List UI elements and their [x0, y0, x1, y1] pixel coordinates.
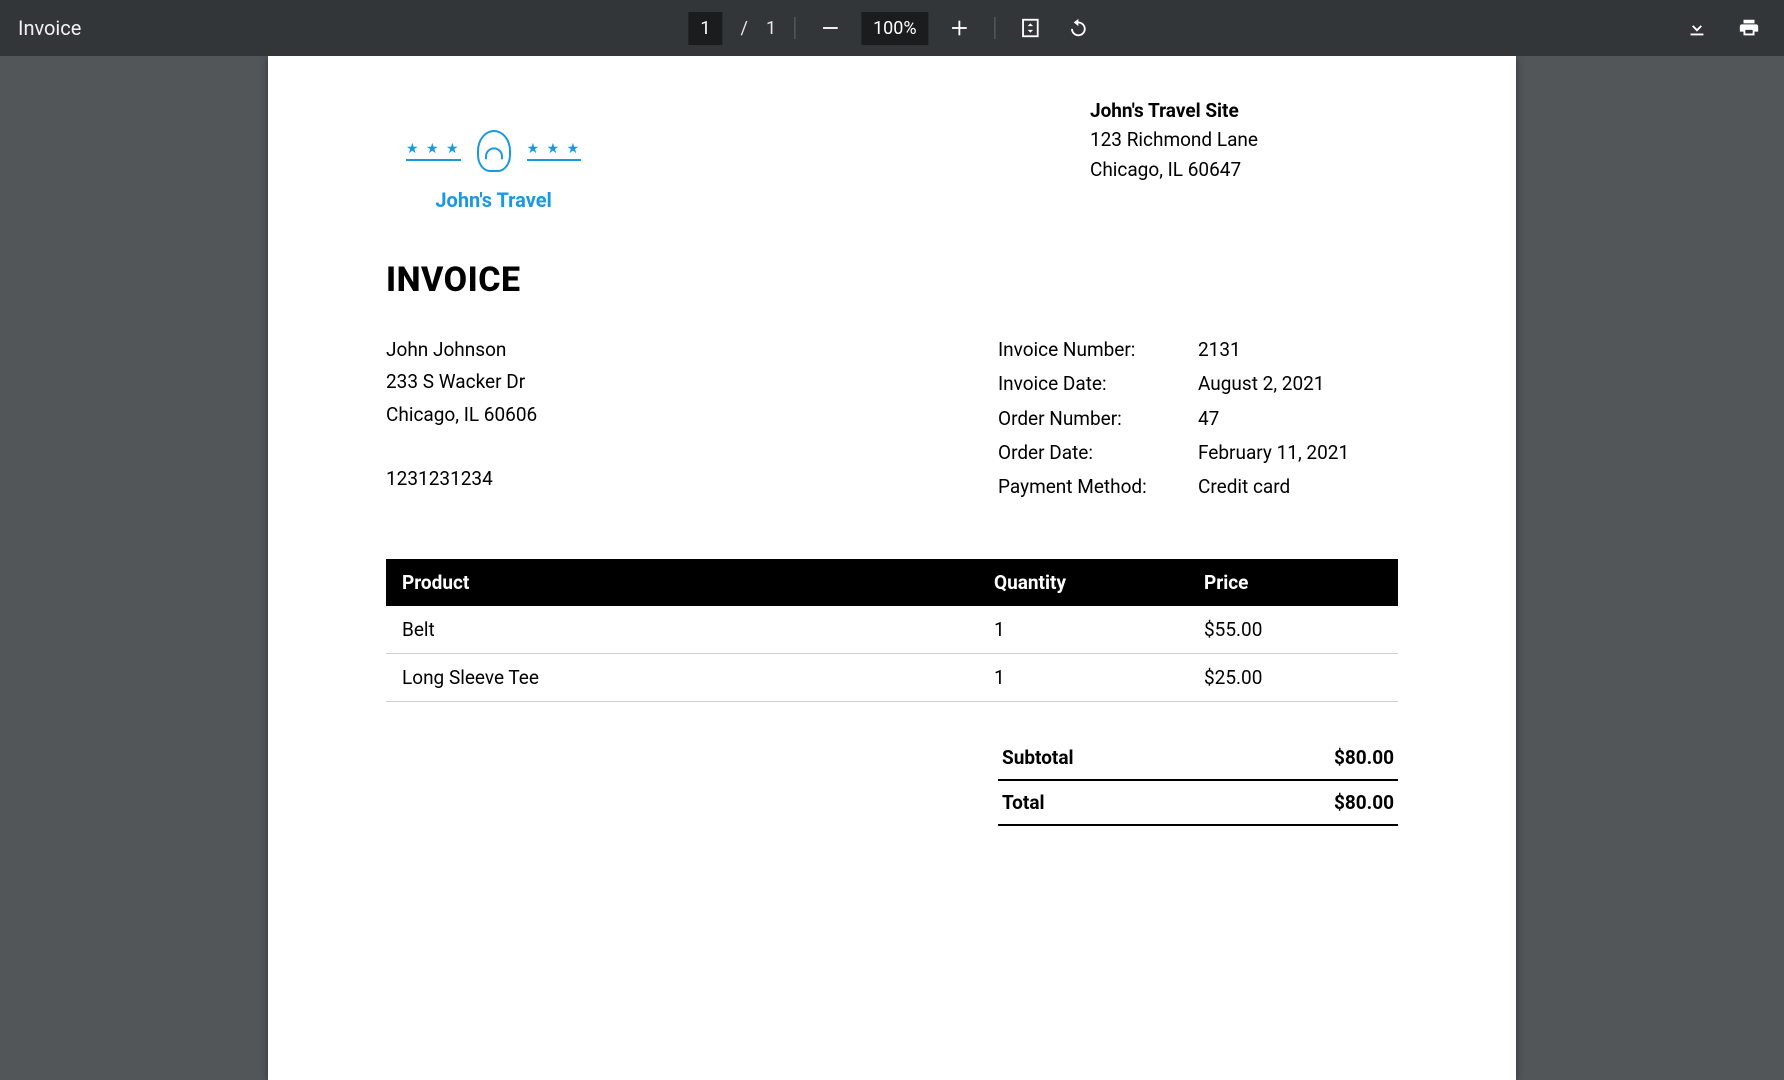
- toolbar-center: 1 / 1 100%: [688, 11, 1095, 45]
- company-address-block: John's Travel Site 123 Richmond Lane Chi…: [1090, 96, 1258, 184]
- table-row: Belt 1 $55.00: [386, 606, 1398, 654]
- payment-method-value: Credit card: [1198, 471, 1398, 503]
- fit-page-icon: [1020, 17, 1042, 39]
- subtotal-value: $80.00: [1334, 746, 1394, 769]
- page-separator: /: [741, 18, 748, 39]
- total-label: Total: [1002, 791, 1045, 814]
- bill-to-phone: 1231231234: [386, 463, 576, 495]
- cell-price: $55.00: [1188, 606, 1398, 654]
- star-decoration-left: ★ ★ ★: [406, 141, 461, 161]
- bill-to-name: John Johnson: [386, 334, 576, 366]
- bill-to-address-1: 233 S Wacker Dr: [386, 366, 576, 398]
- totals-block: Subtotal $80.00 Total $80.00: [998, 736, 1398, 826]
- company-logo-name: John's Travel: [406, 188, 581, 212]
- rotate-icon: [1068, 17, 1090, 39]
- plus-icon: [949, 17, 971, 39]
- zoom-out-button[interactable]: [813, 11, 847, 45]
- page-1: ★ ★ ★ ★ ★ ★ John's Travel John's Travel …: [268, 56, 1516, 1080]
- company-name: John's Travel Site: [1090, 96, 1258, 125]
- subtotal-label: Subtotal: [1002, 746, 1074, 769]
- order-number-value: 47: [1198, 403, 1398, 435]
- table-row: Long Sleeve Tee 1 $25.00: [386, 654, 1398, 702]
- cell-product: Belt: [386, 606, 978, 654]
- page-number-input[interactable]: 1: [688, 12, 722, 45]
- invoice-number-value: 2131: [1198, 334, 1398, 366]
- invoice-date-label: Invoice Date:: [998, 368, 1198, 400]
- table-header-row: Product Quantity Price: [386, 559, 1398, 606]
- cell-quantity: 1: [978, 654, 1188, 702]
- company-address-2: Chicago, IL 60647: [1090, 155, 1258, 184]
- zoom-in-button[interactable]: [943, 11, 977, 45]
- rotate-button[interactable]: [1062, 11, 1096, 45]
- viewport[interactable]: ★ ★ ★ ★ ★ ★ John's Travel John's Travel …: [0, 56, 1784, 1080]
- invoice-number-label: Invoice Number:: [998, 334, 1198, 366]
- download-button[interactable]: [1680, 11, 1714, 45]
- invoice-date-value: August 2, 2021: [1198, 368, 1398, 400]
- line-items-table: Product Quantity Price Belt 1 $55.00 Lon…: [386, 559, 1398, 702]
- star-decoration-right: ★ ★ ★: [527, 141, 582, 161]
- invoice-meta-table: Invoice Number: 2131 Invoice Date: Augus…: [998, 334, 1398, 503]
- total-value: $80.00: [1334, 791, 1394, 814]
- payment-method-label: Payment Method:: [998, 471, 1198, 503]
- print-icon: [1738, 17, 1760, 39]
- bill-to-email-redacted: [386, 433, 576, 453]
- fit-page-button[interactable]: [1014, 11, 1048, 45]
- order-date-label: Order Date:: [998, 437, 1198, 469]
- zoom-level[interactable]: 100%: [861, 12, 929, 45]
- col-header-product: Product: [386, 559, 978, 606]
- bill-to-address-2: Chicago, IL 60606: [386, 399, 576, 431]
- company-logo-block: ★ ★ ★ ★ ★ ★ John's Travel: [406, 130, 581, 212]
- minus-icon: [819, 17, 841, 39]
- cell-quantity: 1: [978, 606, 1188, 654]
- invoice-heading: INVOICE: [386, 260, 1398, 300]
- toolbar-right: [1680, 11, 1766, 45]
- total-pages: 1: [766, 18, 776, 39]
- divider: [995, 17, 996, 39]
- col-header-price: Price: [1188, 559, 1398, 606]
- cell-product: Long Sleeve Tee: [386, 654, 978, 702]
- company-address-1: 123 Richmond Lane: [1090, 125, 1258, 154]
- download-icon: [1686, 17, 1708, 39]
- travel-window-icon: [477, 130, 511, 172]
- order-date-value: February 11, 2021: [1198, 437, 1398, 469]
- divider: [794, 17, 795, 39]
- order-number-label: Order Number:: [998, 403, 1198, 435]
- bill-to-block: John Johnson 233 S Wacker Dr Chicago, IL…: [386, 334, 576, 503]
- print-button[interactable]: [1732, 11, 1766, 45]
- cell-price: $25.00: [1188, 654, 1398, 702]
- document-title: Invoice: [18, 16, 81, 40]
- col-header-quantity: Quantity: [978, 559, 1188, 606]
- pdf-toolbar: Invoice 1 / 1 100%: [0, 0, 1784, 56]
